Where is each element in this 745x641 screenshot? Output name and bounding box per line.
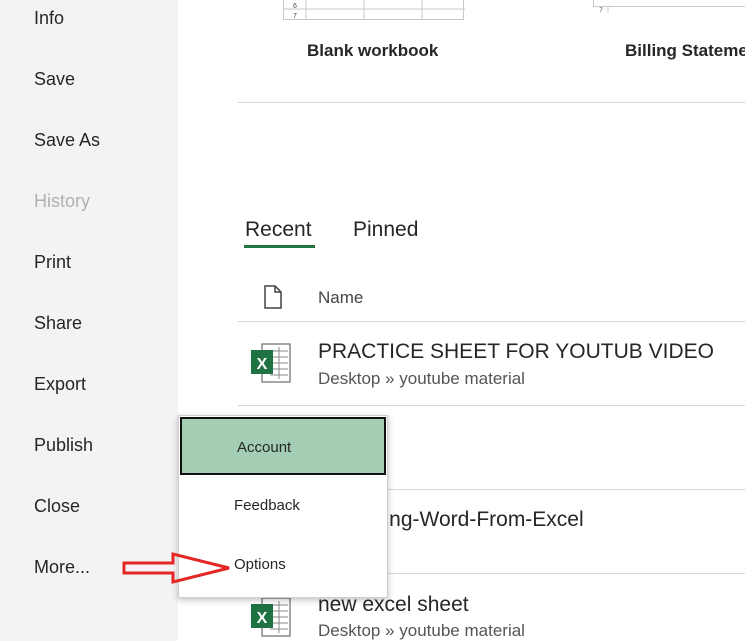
menu-item-account[interactable]: Account <box>180 417 386 475</box>
template-thumbnail-blank-workbook[interactable]: 6 7 <box>283 0 465 20</box>
excel-file-icon: X <box>251 343 291 383</box>
svg-text:X: X <box>257 356 268 373</box>
billing-statement-grid: 7 <box>599 6 609 14</box>
templates-divider <box>238 102 745 103</box>
backstage-sidebar: Info Save Save As History Print Share Ex… <box>0 0 178 641</box>
menu-item-label: Account <box>237 439 292 456</box>
sidebar-item-export[interactable]: Export <box>34 374 86 395</box>
tab-recent-underline <box>244 245 315 248</box>
menu-item-label: Feedback <box>234 497 300 514</box>
blank-workbook-grid: 6 7 <box>284 0 465 20</box>
excel-file-icon: X <box>251 597 291 637</box>
document-icon <box>264 285 282 309</box>
template-label-billing-statement[interactable]: Billing Stateme <box>625 41 745 61</box>
sidebar-item-close[interactable]: Close <box>34 496 80 517</box>
header-divider <box>238 321 745 322</box>
sidebar-item-print[interactable]: Print <box>34 252 71 273</box>
row-number: 7 <box>293 13 297 20</box>
file-title[interactable]: ating-Word-From-Excel <box>367 508 584 532</box>
sidebar-item-more[interactable]: More... <box>34 557 90 578</box>
template-thumbnail-billing-statement[interactable]: 7 <box>593 0 745 14</box>
template-label-blank-workbook[interactable]: Blank workbook <box>307 41 438 61</box>
sidebar-item-save[interactable]: Save <box>34 69 75 90</box>
row-divider <box>238 405 745 406</box>
red-arrow-icon <box>122 552 230 584</box>
row-number: 7 <box>599 8 603 13</box>
sidebar-item-share[interactable]: Share <box>34 313 82 334</box>
tab-recent[interactable]: Recent <box>245 218 312 242</box>
sidebar-item-save-as[interactable]: Save As <box>34 130 100 151</box>
menu-item-label: Options <box>234 556 286 573</box>
sidebar-item-publish[interactable]: Publish <box>34 435 93 456</box>
column-header-name[interactable]: Name <box>318 288 363 308</box>
file-path: Desktop » youtube material <box>318 369 525 388</box>
row-number: 6 <box>293 3 297 10</box>
file-path: Desktop » youtube material <box>318 621 525 640</box>
menu-item-feedback[interactable]: Feedback <box>179 477 389 535</box>
file-title[interactable]: PRACTICE SHEET FOR YOUTUB VIDEO <box>318 340 714 364</box>
sidebar-item-history: History <box>34 191 91 211</box>
svg-text:X: X <box>257 610 268 627</box>
tab-pinned[interactable]: Pinned <box>353 218 418 242</box>
sidebar-item-info[interactable]: Info <box>34 8 64 29</box>
